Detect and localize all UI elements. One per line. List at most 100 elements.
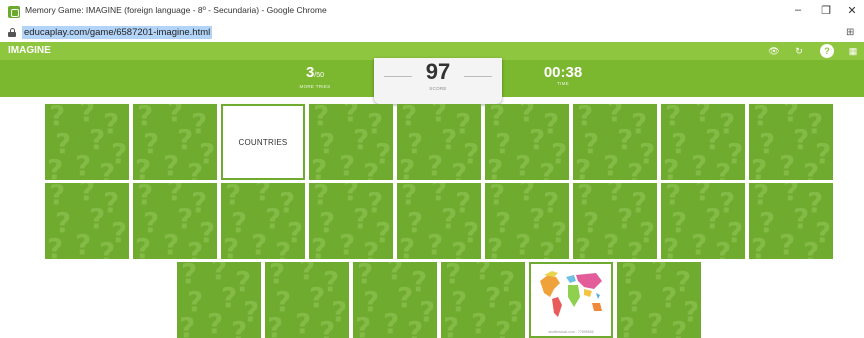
question-mark-icon: ? (719, 107, 736, 140)
card-face-down[interactable]: ????????? (485, 104, 569, 180)
question-mark-icon: ? (275, 236, 292, 260)
question-mark-icon: ? (455, 186, 472, 219)
question-mark-icon: ? (407, 315, 424, 338)
question-mark-icon: ? (221, 281, 238, 314)
question-mark-icon: ? (309, 281, 326, 314)
url-field[interactable]: educaplay.com/game/6587201-imagine.html (22, 26, 213, 39)
question-mark-icon: ? (427, 228, 444, 259)
window-titlebar: Memory Game: IMAGINE (foreign language -… (0, 0, 864, 24)
world-map-image (534, 267, 608, 327)
card-face-down[interactable]: ????????? (573, 104, 657, 180)
card-face-down[interactable]: ????????? (309, 183, 393, 259)
question-mark-icon: ? (367, 186, 384, 219)
card-face-down[interactable]: ????????? (221, 183, 305, 259)
score-value: 97 (425, 59, 451, 84)
question-mark-icon: ? (807, 107, 824, 140)
question-mark-icon: ? (627, 157, 644, 181)
card-face-down[interactable]: ????????? (441, 262, 525, 338)
restore-button[interactable]: ❐ (818, 4, 834, 17)
question-mark-icon: ? (75, 228, 92, 259)
question-mark-icon: ? (367, 107, 384, 140)
question-mark-icon: ? (751, 153, 768, 181)
question-mark-icon: ? (471, 307, 488, 338)
question-mark-icon: ? (487, 153, 504, 181)
extension-icon[interactable]: ⊞ (846, 27, 858, 39)
question-mark-icon: ? (451, 236, 468, 260)
eye-icon[interactable]: 👁 (767, 44, 781, 58)
question-mark-icon: ? (339, 228, 356, 259)
question-mark-icon: ? (779, 149, 796, 180)
question-mark-icon: ? (103, 186, 120, 219)
question-mark-icon: ? (719, 186, 736, 219)
card-face-down[interactable]: ????????? (485, 183, 569, 259)
question-mark-icon: ? (363, 236, 380, 260)
question-mark-icon: ? (363, 157, 380, 181)
question-mark-icon: ? (751, 232, 768, 260)
question-mark-icon: ? (691, 149, 708, 180)
question-mark-icon: ? (235, 265, 252, 298)
question-mark-icon: ? (267, 311, 284, 338)
question-mark-icon: ? (265, 202, 282, 235)
card-face-down[interactable]: ????????? (661, 183, 745, 259)
question-mark-icon: ? (705, 202, 722, 235)
card-text: COUNTRIES (238, 137, 288, 147)
question-mark-icon: ? (163, 149, 180, 180)
question-mark-icon: ? (443, 311, 460, 338)
card-face-down[interactable]: ????????? (573, 183, 657, 259)
card-face-down[interactable]: ????????? (133, 183, 217, 259)
question-mark-icon: ? (251, 228, 268, 259)
game-title: IMAGINE (8, 45, 51, 56)
question-mark-icon: ? (619, 311, 636, 338)
question-mark-icon: ? (47, 153, 64, 181)
question-mark-icon: ? (603, 149, 620, 180)
question-mark-icon: ? (179, 311, 196, 338)
question-mark-icon: ? (675, 265, 692, 298)
card-revealed-world-map[interactable]: shutterstock.com · 77695636 (529, 262, 613, 338)
more-tries-stat: 3/50 MORE TRIES (290, 65, 340, 90)
question-mark-icon: ? (295, 307, 312, 338)
minimize-button[interactable]: – (790, 4, 806, 16)
card-face-down[interactable]: ????????? (749, 183, 833, 259)
question-mark-icon: ? (311, 232, 328, 260)
map-caption: shutterstock.com · 77695636 (548, 330, 594, 334)
restart-icon[interactable]: ↻ (792, 44, 806, 58)
card-face-down[interactable]: ????????? (397, 104, 481, 180)
question-mark-icon: ? (515, 149, 532, 180)
question-mark-icon: ? (135, 153, 152, 181)
question-mark-icon: ? (661, 281, 678, 314)
card-face-down[interactable]: ????????? (177, 262, 261, 338)
question-mark-icon: ? (99, 157, 116, 181)
card-face-down[interactable]: ????????? (309, 104, 393, 180)
close-button[interactable]: ✕ (844, 4, 860, 17)
card-revealed-countries[interactable]: COUNTRIES (221, 104, 305, 180)
card-face-down[interactable]: ????????? (661, 104, 745, 180)
question-mark-icon: ? (353, 123, 370, 156)
question-mark-icon: ? (399, 232, 416, 260)
question-mark-icon: ? (807, 186, 824, 219)
lock-icon[interactable] (8, 28, 16, 37)
grid-icon[interactable]: ▦ (846, 44, 860, 58)
score-panel: 97 SCORE (374, 58, 502, 104)
question-mark-icon: ? (499, 265, 516, 298)
question-mark-icon: ? (663, 232, 680, 260)
card-face-down[interactable]: ????????? (353, 262, 437, 338)
help-icon[interactable]: ? (820, 44, 834, 58)
card-face-down[interactable]: ????????? (45, 104, 129, 180)
card-face-down[interactable]: ????????? (265, 262, 349, 338)
question-mark-icon: ? (191, 107, 208, 140)
question-mark-icon: ? (779, 228, 796, 259)
card-face-down[interactable]: ????????? (397, 183, 481, 259)
card-face-down[interactable]: ????????? (617, 262, 701, 338)
question-mark-icon: ? (539, 236, 556, 260)
window-title: Memory Game: IMAGINE (foreign language -… (25, 5, 327, 15)
question-mark-icon: ? (803, 236, 820, 260)
time-label: TIME (557, 81, 569, 86)
score-label: SCORE (429, 86, 447, 91)
question-mark-icon: ? (691, 228, 708, 259)
card-face-down[interactable]: ????????? (45, 183, 129, 259)
question-mark-icon: ? (647, 307, 664, 338)
question-mark-icon: ? (529, 202, 546, 235)
card-face-down[interactable]: ????????? (749, 104, 833, 180)
card-face-down[interactable]: ????????? (133, 104, 217, 180)
question-mark-icon: ? (631, 186, 648, 219)
